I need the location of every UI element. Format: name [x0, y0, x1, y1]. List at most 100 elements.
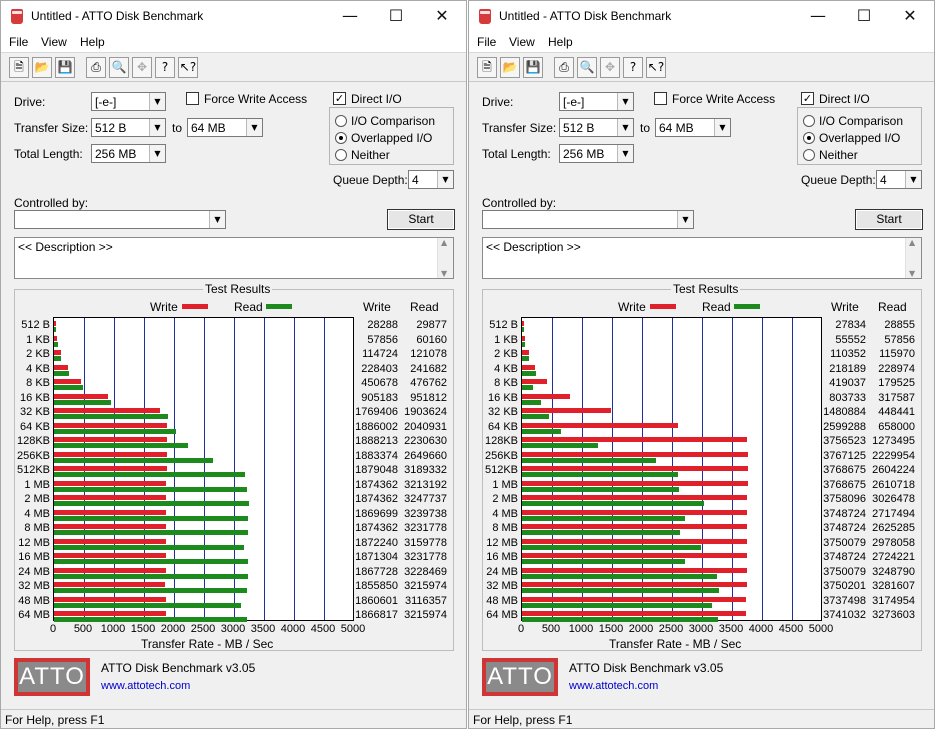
- read-bar: [54, 573, 248, 579]
- total-length-select[interactable]: 256 MB ▼: [559, 144, 634, 163]
- category-label: 32 KB: [488, 406, 518, 418]
- close-button[interactable]: ✕: [887, 1, 933, 32]
- category-label: 48 MB: [486, 594, 518, 607]
- legend-read-swatch: [734, 304, 760, 309]
- queue-depth-select[interactable]: 4 ▼: [876, 170, 922, 189]
- write-value: 1480884: [823, 406, 866, 418]
- transfer-size-from-select[interactable]: 512 B ▼: [91, 118, 166, 137]
- title-bar: Untitled - ATTO Disk Benchmark — ☐ ✕: [1, 1, 466, 32]
- read-bar: [522, 428, 562, 434]
- overlapped-io-label: Overlapped I/O: [819, 131, 901, 145]
- controlled-by-select[interactable]: ▼: [482, 210, 694, 229]
- write-value: 3741032: [823, 609, 866, 621]
- read-bar: [522, 617, 719, 622]
- legend-write-label: Write: [618, 300, 646, 314]
- transfer-size-to-select[interactable]: 64 MB ▼: [187, 118, 263, 137]
- menu-help[interactable]: Help: [80, 35, 105, 49]
- read-value: 29877: [416, 319, 447, 331]
- context-help-icon[interactable]: ↖?: [178, 57, 198, 78]
- controlled-by-label: Controlled by:: [482, 196, 557, 210]
- print-preview-icon[interactable]: 🔍: [577, 57, 597, 78]
- direct-io-checkbox[interactable]: ✓: [801, 92, 814, 105]
- overlapped-io-radio[interactable]: [803, 132, 815, 144]
- total-length-select[interactable]: 256 MB ▼: [91, 144, 166, 163]
- help-about-icon[interactable]: ?: [155, 57, 175, 78]
- read-value: 2724221: [872, 551, 915, 563]
- read-bar: [522, 341, 526, 347]
- maximize-button[interactable]: ☐: [373, 1, 419, 32]
- read-value: 951812: [410, 391, 447, 404]
- menu-file[interactable]: File: [477, 35, 496, 49]
- menu-file[interactable]: File: [9, 35, 28, 49]
- write-value: 55552: [835, 333, 866, 346]
- context-help-icon[interactable]: ↖?: [646, 57, 666, 78]
- io-comparison-radio[interactable]: [803, 115, 815, 127]
- drive-select[interactable]: [-e-] ▼: [559, 92, 634, 111]
- print-icon[interactable]: ⎙: [554, 57, 574, 78]
- read-bar: [54, 356, 62, 361]
- move-icon[interactable]: ✥: [600, 57, 620, 78]
- write-bar: [54, 437, 168, 442]
- new-file-icon[interactable]: 🗎: [9, 57, 29, 78]
- queue-depth-select[interactable]: 4 ▼: [408, 170, 454, 189]
- direct-io-checkbox[interactable]: ✓: [333, 92, 346, 105]
- description-box[interactable]: << Description >> ▲ ▼: [14, 237, 454, 279]
- maximize-button[interactable]: ☐: [841, 1, 887, 32]
- read-bar: [54, 428, 177, 434]
- overlapped-io-radio[interactable]: [335, 132, 347, 144]
- new-file-icon[interactable]: 🗎: [477, 57, 497, 78]
- atto-logo: ATTO: [14, 658, 90, 696]
- menu-view[interactable]: View: [509, 35, 535, 49]
- neither-label: Neither: [351, 148, 390, 162]
- force-write-checkbox[interactable]: [654, 92, 667, 105]
- website-link[interactable]: www.attotech.com: [569, 680, 658, 692]
- menu-view[interactable]: View: [41, 35, 67, 49]
- menu-help[interactable]: Help: [548, 35, 573, 49]
- start-button[interactable]: Start: [855, 209, 923, 230]
- open-folder-icon[interactable]: 📂: [500, 57, 520, 78]
- controlled-by-select[interactable]: ▼: [14, 210, 226, 229]
- drive-select[interactable]: [-e-] ▼: [91, 92, 166, 111]
- start-button[interactable]: Start: [387, 209, 455, 230]
- write-value: 419037: [829, 377, 866, 389]
- read-value: 3273603: [872, 609, 915, 621]
- open-folder-icon[interactable]: 📂: [32, 57, 52, 78]
- move-icon[interactable]: ✥: [132, 57, 152, 78]
- category-label: 4 MB: [24, 507, 50, 520]
- description-box[interactable]: << Description >> ▲ ▼: [482, 237, 922, 279]
- menu-bar: File View Help: [469, 32, 934, 52]
- save-icon[interactable]: 💾: [523, 57, 543, 78]
- force-write-checkbox[interactable]: [186, 92, 199, 105]
- write-bar: [522, 524, 747, 529]
- description-scrollbar[interactable]: ▲ ▼: [437, 238, 453, 278]
- scroll-down-icon: ▼: [441, 269, 448, 278]
- legend-write-swatch: [650, 304, 676, 309]
- website-link[interactable]: www.attotech.com: [101, 680, 190, 692]
- save-icon[interactable]: 💾: [55, 57, 75, 78]
- neither-radio[interactable]: [335, 149, 347, 161]
- transfer-size-to-select[interactable]: 64 MB ▼: [655, 118, 731, 137]
- write-value: 1855850: [355, 580, 398, 592]
- print-icon[interactable]: ⎙: [86, 57, 106, 78]
- read-bar: [54, 327, 56, 332]
- description-scrollbar[interactable]: ▲ ▼: [905, 238, 921, 278]
- read-value: 3231778: [404, 551, 447, 563]
- read-bar: [522, 544, 701, 550]
- write-bar: [54, 524, 167, 529]
- minimize-button[interactable]: —: [327, 1, 373, 32]
- neither-radio[interactable]: [803, 149, 815, 161]
- write-value: 3748724: [823, 507, 866, 520]
- minimize-button[interactable]: —: [795, 1, 841, 32]
- transfer-size-from-select[interactable]: 512 B ▼: [559, 118, 634, 137]
- close-button[interactable]: ✕: [419, 1, 465, 32]
- write-value: 1883374: [355, 449, 398, 462]
- force-write-label: Force Write Access: [672, 92, 776, 106]
- transfer-size-label: Transfer Size:: [482, 121, 557, 135]
- total-length-label: Total Length:: [482, 147, 551, 161]
- io-comparison-radio[interactable]: [335, 115, 347, 127]
- category-label: 2 KB: [26, 348, 50, 360]
- queue-depth-label: Queue Depth:: [333, 173, 408, 187]
- help-about-icon[interactable]: ?: [623, 57, 643, 78]
- write-bar: [54, 553, 167, 558]
- print-preview-icon[interactable]: 🔍: [109, 57, 129, 78]
